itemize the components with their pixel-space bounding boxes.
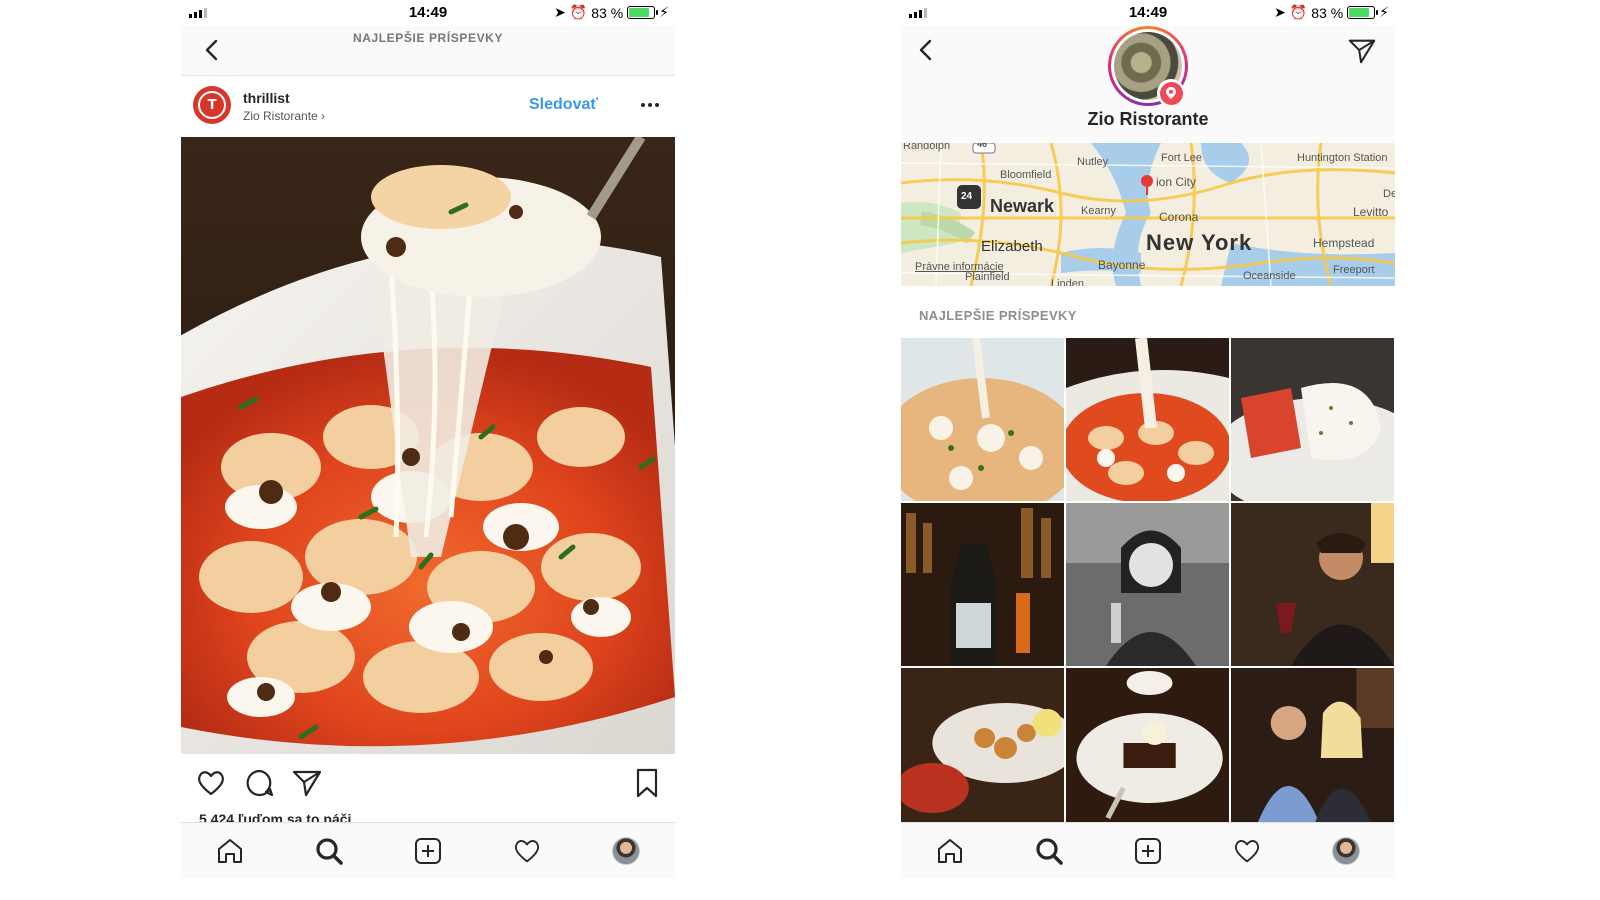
- location-pin-icon: [1157, 79, 1185, 107]
- top-nav: NAJLEPŠIE PRÍSPEVKY: [181, 26, 675, 76]
- map-label: Linden: [1051, 278, 1085, 286]
- tab-activity[interactable]: [509, 833, 545, 869]
- highway-shield: 46: [977, 143, 988, 149]
- battery-icon: [627, 6, 659, 19]
- search-icon: [1036, 837, 1063, 865]
- map-label: ion City: [1156, 175, 1197, 189]
- activity-heart-icon: [514, 839, 539, 862]
- location-name: Zio Ristorante: [1087, 109, 1209, 129]
- map-city-label: New York: [1146, 230, 1253, 255]
- map-city-label: Elizabeth: [981, 238, 1043, 255]
- location-screen: 14:49 ➤ ⏰ 83 % ⚡ Zio Ristorante Randolph…: [901, 0, 1395, 900]
- map-label: Freeport: [1333, 264, 1375, 276]
- tab-bar: [901, 822, 1395, 878]
- chevron-right-icon: ›: [321, 109, 326, 123]
- tab-bar: [181, 822, 675, 878]
- tab-search[interactable]: [311, 833, 347, 869]
- send-icon[interactable]: [291, 767, 323, 799]
- battery-icon: [1347, 6, 1379, 19]
- profile-avatar: [611, 836, 640, 865]
- avatar-letter: T: [198, 91, 226, 119]
- map-label: Hempstead: [1313, 236, 1375, 250]
- tab-profile[interactable]: [608, 833, 644, 869]
- page-title: NAJLEPŠIE PRÍSPEVKY: [352, 31, 504, 45]
- search-icon: [316, 837, 343, 865]
- grid-photo-gnocchi-closeup[interactable]: [1066, 338, 1229, 501]
- grid-photo-chocolate-dessert[interactable]: [1066, 668, 1229, 824]
- battery-percent: 83 %: [591, 4, 624, 21]
- tab-home[interactable]: [932, 833, 968, 869]
- user-avatar[interactable]: T: [193, 86, 231, 124]
- charging-icon: ⚡: [659, 4, 669, 20]
- heart-icon[interactable]: [195, 767, 227, 799]
- tab-add[interactable]: [1130, 833, 1166, 869]
- location-text: Zio Ristorante: [243, 109, 318, 123]
- add-post-icon: [1134, 837, 1161, 864]
- tab-add[interactable]: [410, 833, 446, 869]
- map-label: Huntington Station: [1297, 152, 1388, 164]
- activity-heart-icon: [1234, 839, 1259, 862]
- post-detail-screen: 14:49 ➤ ⏰ 83 % ⚡ NAJLEPŠIE PRÍSPEVKY T t…: [181, 0, 675, 900]
- map-label: Kearny: [1081, 205, 1116, 217]
- highway-shield: 24: [961, 191, 973, 202]
- send-icon[interactable]: [1347, 36, 1377, 66]
- battery-percent: 83 %: [1311, 4, 1344, 21]
- map-label: Oceanside: [1243, 270, 1296, 282]
- map-city-label: Newark: [990, 196, 1055, 216]
- location-header: Zio Ristorante: [901, 26, 1395, 143]
- grid-photo-mozzarella-tomato[interactable]: [1231, 338, 1394, 501]
- grid-photo-man-at-table[interactable]: [1231, 503, 1394, 666]
- grid-photo-bar-bottles[interactable]: [901, 503, 1064, 666]
- back-icon[interactable]: [915, 38, 939, 62]
- grid-photo-couple-at-restaurant[interactable]: [1231, 668, 1394, 824]
- map-label: Levitto: [1353, 205, 1389, 219]
- bookmark-icon[interactable]: [631, 767, 663, 799]
- home-icon: [938, 838, 963, 863]
- home-icon: [218, 838, 243, 863]
- add-post-icon: [414, 837, 441, 864]
- grid-photo-woman-selfie[interactable]: [1066, 503, 1229, 666]
- follow-button[interactable]: Sledovať: [529, 96, 598, 114]
- map-label: Corona: [1159, 210, 1199, 224]
- username[interactable]: thrillist: [243, 90, 290, 106]
- tab-home[interactable]: [212, 833, 248, 869]
- location-map[interactable]: Randolph 46 Nutley Fort Lee Huntington S…: [901, 143, 1395, 286]
- map-label: Fort Lee: [1161, 152, 1202, 164]
- post-location-link[interactable]: Zio Ristorante ›: [243, 109, 325, 123]
- map-label: De: [1383, 188, 1395, 200]
- tab-search[interactable]: [1031, 833, 1067, 869]
- status-bar: 14:49 ➤ ⏰ 83 % ⚡: [901, 0, 1395, 26]
- tab-profile[interactable]: [1328, 833, 1364, 869]
- status-bar: 14:49 ➤ ⏰ 83 % ⚡: [181, 0, 675, 26]
- grid-photo-gnocchi-overhead[interactable]: [901, 338, 1064, 501]
- map-label: Nutley: [1077, 156, 1109, 168]
- post-header: T thrillist Zio Ristorante › Sledovať: [181, 78, 675, 136]
- map-label: Plainfield: [965, 271, 1010, 283]
- tab-activity[interactable]: [1229, 833, 1265, 869]
- alarm-icon: ⏰: [569, 4, 588, 20]
- location-arrow-icon: ➤: [554, 4, 566, 20]
- map-label: Randolph: [903, 143, 951, 152]
- grid-photo-fried-calamari[interactable]: [901, 668, 1064, 824]
- post-photo[interactable]: [181, 137, 675, 754]
- alarm-icon: ⏰: [1289, 4, 1308, 20]
- map-label: Bayonne: [1098, 258, 1146, 272]
- top-posts-grid: [901, 338, 1395, 824]
- location-arrow-icon: ➤: [1274, 4, 1286, 20]
- more-icon[interactable]: [641, 103, 659, 107]
- post-actions: [181, 762, 675, 806]
- profile-avatar: [1331, 836, 1360, 865]
- section-title: NAJLEPŠIE PRÍSPEVKY: [919, 308, 1077, 323]
- charging-icon: ⚡: [1379, 4, 1389, 20]
- comment-icon[interactable]: [244, 767, 276, 799]
- map-label: Bloomfield: [1000, 169, 1052, 181]
